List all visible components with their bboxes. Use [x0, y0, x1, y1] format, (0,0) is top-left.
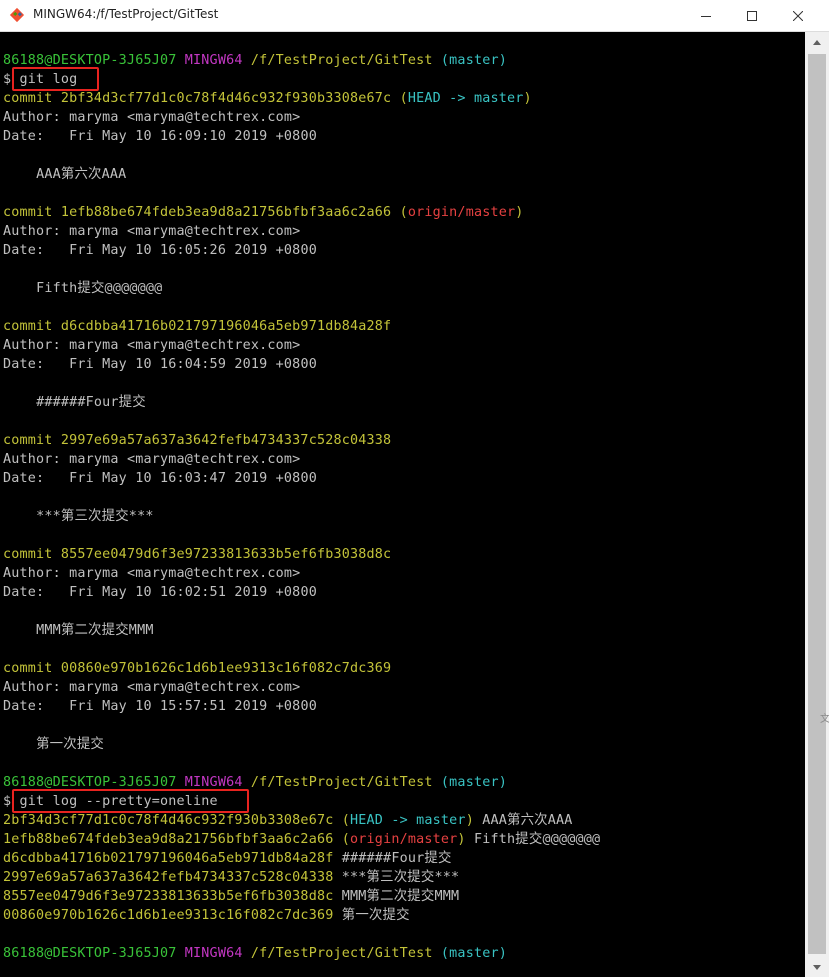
commit-line: commit 2997e69a57a637a3642fefb4734337c52… [3, 433, 392, 448]
terminal-window: MINGW64:/f/TestProject/GitTest 86188@DES… [0, 0, 829, 977]
scroll-thumb[interactable] [808, 54, 826, 954]
author-line: Author: maryma <maryma@techtrex.com> [3, 680, 301, 695]
author-line: Author: maryma <maryma@techtrex.com> [3, 566, 301, 581]
date-line: Date: Fri May 10 16:09:10 2019 +0800 [3, 129, 317, 144]
date-line: Date: Fri May 10 16:04:59 2019 +0800 [3, 357, 317, 372]
author-line: Author: maryma <maryma@techtrex.com> [3, 110, 301, 125]
author-line: Author: maryma <maryma@techtrex.com> [3, 452, 301, 467]
commit-message: MMM第二次提交MMM [36, 623, 154, 638]
date-line: Date: Fri May 10 16:03:47 2019 +0800 [3, 471, 317, 486]
oneline-row: 2997e69a57a637a3642fefb4734337c528c04338… [3, 870, 460, 885]
commit-message: ######Four提交 [36, 395, 146, 410]
close-button[interactable] [775, 0, 821, 31]
vertical-scrollbar[interactable] [805, 32, 829, 977]
window-title: MINGW64:/f/TestProject/GitTest [33, 7, 219, 21]
date-line: Date: Fri May 10 16:05:26 2019 +0800 [3, 243, 317, 258]
commit-message: Fifth提交@@@@@@@ [36, 281, 163, 296]
git-bash-icon [9, 7, 25, 23]
maximize-icon [747, 10, 757, 21]
oneline-row: 2bf34d3cf77d1c0c78f4d46c932f930b3308e67c… [3, 813, 573, 828]
highlight-box-git-log [12, 67, 99, 91]
date-line: Date: Fri May 10 15:57:51 2019 +0800 [3, 699, 317, 714]
commit-line: commit 1efb88be674fdeb3ea9d8a21756bfbf3a… [3, 205, 524, 220]
oneline-row: 1efb88be674fdeb3ea9d8a21756bfbf3aa6c2a66… [3, 832, 601, 847]
oneline-row: 8557ee0479d6f3e97233813633b5ef6fb3038d8c… [3, 889, 460, 904]
minimize-button[interactable] [683, 0, 729, 31]
commit-line: commit 2bf34d3cf77d1c0c78f4d46c932f930b3… [3, 91, 532, 106]
oneline-row: 00860e970b1626c1d6b1ee9313c16f082c7dc369… [3, 908, 410, 923]
scroll-down-button[interactable] [805, 957, 829, 977]
commit-message: 第一次提交 [36, 737, 105, 752]
commit-line: commit 8557ee0479d6f3e97233813633b5ef6fb… [3, 547, 392, 562]
commit-line: commit 00860e970b1626c1d6b1ee9313c16f082… [3, 661, 392, 676]
highlight-box-git-log-oneline [12, 789, 249, 813]
minimize-icon [701, 15, 711, 17]
date-line: Date: Fri May 10 16:02:51 2019 +0800 [3, 585, 317, 600]
author-line: Author: maryma <maryma@techtrex.com> [3, 338, 301, 353]
arrow-down-icon [813, 964, 821, 970]
scroll-up-button[interactable] [805, 32, 829, 52]
close-icon [793, 10, 803, 21]
commit-message: ***第三次提交*** [36, 509, 154, 524]
commit-message: AAA第六次AAA [36, 167, 127, 182]
side-text: 文 [820, 714, 829, 725]
terminal-output[interactable]: 86188@DESKTOP-3J65J07 MINGW64 /f/TestPro… [0, 32, 805, 977]
author-line: Author: maryma <maryma@techtrex.com> [3, 224, 301, 239]
arrow-up-icon [813, 39, 821, 45]
commit-line: commit d6cdbba41716b021797196046a5eb971d… [3, 319, 392, 334]
title-bar[interactable]: MINGW64:/f/TestProject/GitTest [0, 0, 829, 32]
oneline-row: d6cdbba41716b021797196046a5eb971db84a28f… [3, 851, 452, 866]
prompt-line: 86188@DESKTOP-3J65J07 MINGW64 /f/TestPro… [3, 946, 508, 961]
maximize-button[interactable] [729, 0, 775, 31]
